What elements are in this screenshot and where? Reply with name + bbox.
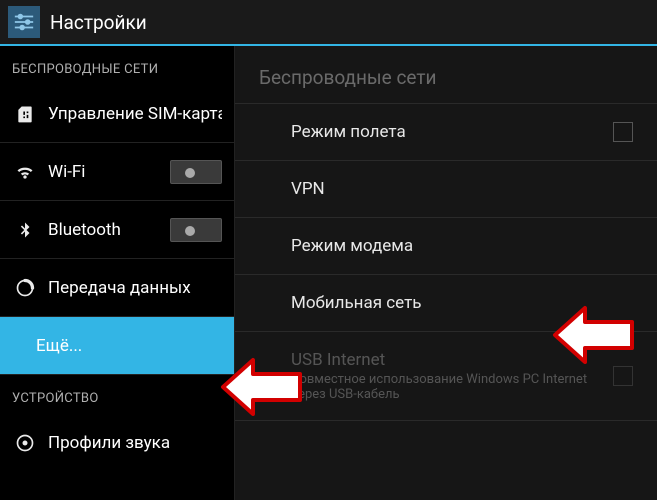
sound-icon xyxy=(12,433,38,453)
sidebar-item-label: Wi-Fi xyxy=(48,162,162,182)
content-item-airplane[interactable]: Режим полета xyxy=(235,104,657,161)
settings-icon xyxy=(8,6,40,38)
sidebar-item-sound[interactable]: Профили звука xyxy=(0,414,234,472)
wifi-icon xyxy=(12,162,38,182)
sidebar-item-data-usage[interactable]: Передача данных xyxy=(0,259,234,317)
app-title: Настройки xyxy=(50,11,147,34)
content-item-label: USB Internet xyxy=(291,350,601,370)
sidebar-item-wifi[interactable]: Wi-Fi xyxy=(0,143,234,201)
content-item-tether[interactable]: Режим модема xyxy=(235,218,657,275)
sidebar-item-label: Bluetooth xyxy=(48,220,162,240)
content-item-label: Режим полета xyxy=(291,122,601,142)
bluetooth-icon xyxy=(12,221,38,239)
content-item-label: Мобильная сеть xyxy=(291,293,633,313)
sidebar-item-label: Управление SIM-картам xyxy=(48,104,222,124)
main: БЕСПРОВОДНЫЕ СЕТИ Управление SIM-картам … xyxy=(0,46,657,500)
content-item-usb-internet: USB Internet Совместное использование Wi… xyxy=(235,332,657,421)
sidebar-item-sim[interactable]: Управление SIM-картам xyxy=(0,85,234,143)
sidebar: БЕСПРОВОДНЫЕ СЕТИ Управление SIM-картам … xyxy=(0,46,235,500)
data-usage-icon xyxy=(12,278,38,298)
sidebar-item-label: Профили звука xyxy=(48,433,222,453)
content-item-label: Режим модема xyxy=(291,236,633,256)
sidebar-section-device: УСТРОЙСТВО xyxy=(0,375,234,414)
content-item-label: VPN xyxy=(291,179,633,199)
sidebar-item-label: Передача данных xyxy=(48,278,222,298)
sidebar-item-label: Ещё... xyxy=(36,336,222,356)
usb-internet-checkbox xyxy=(613,366,633,386)
app-header: Настройки xyxy=(0,0,657,46)
wifi-toggle[interactable] xyxy=(170,160,222,184)
content-item-vpn[interactable]: VPN xyxy=(235,161,657,218)
bluetooth-toggle[interactable] xyxy=(170,218,222,242)
airplane-checkbox[interactable] xyxy=(613,122,633,142)
content-panel: Беспроводные сети Режим полета VPN Режим… xyxy=(235,46,657,500)
sidebar-item-bluetooth[interactable]: Bluetooth xyxy=(0,201,234,259)
content-item-sublabel: Совместное использование Windows PC Inte… xyxy=(291,372,601,402)
sidebar-section-wireless: БЕСПРОВОДНЫЕ СЕТИ xyxy=(0,46,234,85)
content-header: Беспроводные сети xyxy=(235,46,657,104)
sidebar-item-more[interactable]: Ещё... xyxy=(0,317,234,375)
content-item-mobile-network[interactable]: Мобильная сеть xyxy=(235,275,657,332)
sim-icon xyxy=(12,104,38,124)
